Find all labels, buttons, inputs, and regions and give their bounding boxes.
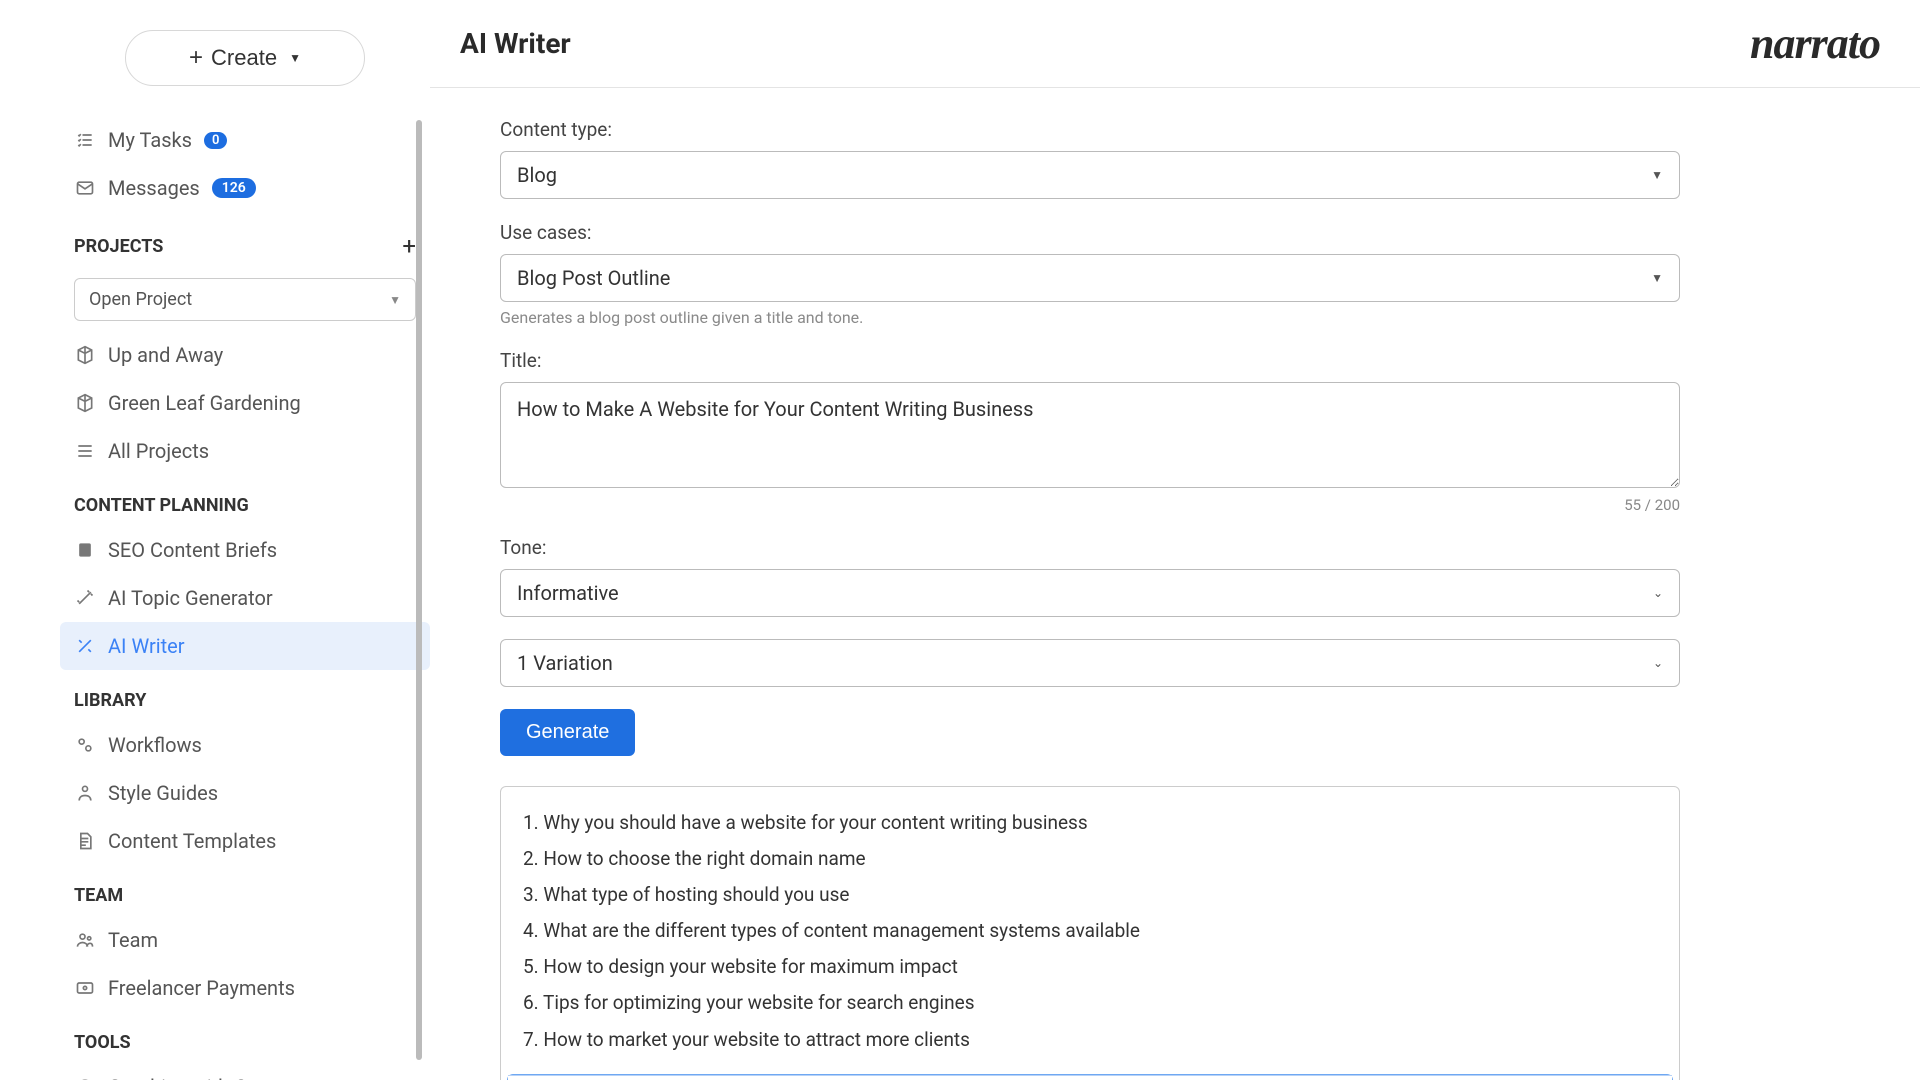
sidebar-item-label: Up and Away <box>108 343 223 367</box>
select-value: Informative <box>517 581 619 605</box>
variation-select[interactable]: 1 Variation ⌄ <box>500 639 1680 687</box>
library-section-header: LIBRARY <box>60 670 430 721</box>
envelope-icon <box>74 178 96 198</box>
sidebar-item-workflows[interactable]: Workflows <box>60 721 430 769</box>
title-label: Title: <box>500 349 1850 372</box>
open-project-dropdown[interactable]: Open Project ▼ <box>74 278 416 321</box>
select-value: Blog Post Outline <box>517 266 670 290</box>
sidebar-item-my-tasks[interactable]: My Tasks 0 <box>60 116 430 164</box>
sidebar-item-label: Green Leaf Gardening <box>108 391 301 415</box>
chevron-down-icon: ▼ <box>1651 271 1663 285</box>
sidebar-item-label: My Tasks <box>108 128 192 152</box>
add-project-button[interactable]: + <box>402 232 416 260</box>
page-title: AI Writer <box>460 27 571 60</box>
output-line: 5. How to design your website for maximu… <box>523 949 1657 985</box>
people-icon <box>74 930 96 950</box>
use-cases-helper: Generates a blog post outline given a ti… <box>500 308 1850 327</box>
output-panel: 1. Why you should have a website for you… <box>500 786 1680 1080</box>
generate-button[interactable]: Generate <box>500 709 635 756</box>
section-title: TOOLS <box>74 1032 131 1053</box>
content-type-label: Content type: <box>500 118 1850 141</box>
tone-label: Tone: <box>500 536 1850 559</box>
sidebar-item-ai-topic-generator[interactable]: AI Topic Generator <box>60 574 430 622</box>
sidebar-item-freelancer-payments[interactable]: Freelancer Payments <box>60 964 430 1012</box>
tone-select[interactable]: Informative ⌄ <box>500 569 1680 617</box>
sidebar-item-label: SEO Content Briefs <box>108 538 277 562</box>
content-type-select[interactable]: Blog ▼ <box>500 151 1680 199</box>
sidebar: + Create ▼ My Tasks 0 Messages 126 PROJE… <box>0 0 430 1080</box>
sidebar-item-label: Graphics with Canva <box>108 1075 290 1080</box>
section-title: TEAM <box>74 885 123 906</box>
sidebar-item-canva[interactable]: Graphics with Canva <box>60 1063 430 1080</box>
title-char-count: 55 / 200 <box>500 496 1680 514</box>
gears-icon <box>74 735 96 755</box>
note-icon <box>74 540 96 560</box>
sidebar-item-label: Workflows <box>108 733 202 757</box>
output-line: 7. How to market your website to attract… <box>523 1022 1657 1058</box>
sidebar-item-seo-briefs[interactable]: SEO Content Briefs <box>60 526 430 574</box>
sidebar-item-label: Content Templates <box>108 829 276 853</box>
sparkle-icon <box>74 636 96 656</box>
tools-section-header: TOOLS <box>60 1012 430 1063</box>
brand-logo: narrato <box>1750 18 1880 69</box>
payment-icon <box>74 978 96 998</box>
chevron-down-icon: ⌄ <box>1653 586 1663 600</box>
create-button[interactable]: + Create ▼ <box>125 30 365 86</box>
open-project-label: Open Project <box>89 289 192 310</box>
section-title: CONTENT PLANNING <box>74 495 249 516</box>
sidebar-item-project[interactable]: Up and Away <box>60 331 430 379</box>
output-line: 1. Why you should have a website for you… <box>523 805 1657 841</box>
use-cases-label: Use cases: <box>500 221 1850 244</box>
person-icon <box>74 783 96 803</box>
sidebar-item-label: Messages <box>108 176 200 200</box>
document-icon <box>74 831 96 851</box>
sidebar-item-messages[interactable]: Messages 126 <box>60 164 430 212</box>
use-cases-select[interactable]: Blog Post Outline ▼ <box>500 254 1680 302</box>
content-area: Content type: Blog ▼ Use cases: Blog Pos… <box>430 88 1920 1080</box>
chevron-down-icon: ▼ <box>389 293 401 307</box>
main: AI Writer narrato Content type: Blog ▼ U… <box>430 0 1920 1080</box>
checklist-icon <box>74 130 96 150</box>
select-value: Blog <box>517 163 557 187</box>
title-input[interactable] <box>500 382 1680 488</box>
cube-icon <box>74 345 96 365</box>
sidebar-item-label: All Projects <box>108 439 209 463</box>
output-line: 6. Tips for optimizing your website for … <box>523 985 1657 1021</box>
sidebar-item-label: Style Guides <box>108 781 218 805</box>
section-title: PROJECTS <box>74 236 163 257</box>
output-line: 4. What are the different types of conte… <box>523 913 1657 949</box>
plus-icon: + <box>189 44 203 72</box>
copy-to-clipboard-button[interactable]: Copy to Clipboard <box>508 1075 1672 1080</box>
output-line: 3. What type of hosting should you use <box>523 877 1657 913</box>
sidebar-item-label: Team <box>108 928 158 952</box>
create-label: Create <box>211 45 277 71</box>
sidebar-item-content-templates[interactable]: Content Templates <box>60 817 430 865</box>
menu-icon <box>74 441 96 461</box>
sidebar-item-label: AI Writer <box>108 634 185 658</box>
content-planning-section-header: CONTENT PLANNING <box>60 475 430 526</box>
sidebar-item-all-projects[interactable]: All Projects <box>60 427 430 475</box>
sidebar-item-ai-writer[interactable]: AI Writer <box>60 622 430 670</box>
chevron-down-icon: ▼ <box>1651 168 1663 182</box>
sidebar-item-team[interactable]: Team <box>60 916 430 964</box>
cube-icon <box>74 393 96 413</box>
badge: 126 <box>212 178 256 198</box>
badge: 0 <box>204 132 227 149</box>
team-section-header: TEAM <box>60 865 430 916</box>
chevron-down-icon: ⌄ <box>1653 656 1663 670</box>
sidebar-item-label: Freelancer Payments <box>108 976 295 1000</box>
sidebar-item-style-guides[interactable]: Style Guides <box>60 769 430 817</box>
output-line: 2. How to choose the right domain name <box>523 841 1657 877</box>
sidebar-item-label: AI Topic Generator <box>108 586 273 610</box>
select-value: 1 Variation <box>517 651 613 675</box>
output-list: 1. Why you should have a website for you… <box>501 787 1679 1072</box>
chevron-down-icon: ▼ <box>289 51 301 65</box>
sidebar-item-project[interactable]: Green Leaf Gardening <box>60 379 430 427</box>
scrollbar[interactable] <box>416 120 422 1060</box>
wand-icon <box>74 588 96 608</box>
section-title: LIBRARY <box>74 690 146 711</box>
projects-section-header: PROJECTS + <box>60 212 430 270</box>
main-header: AI Writer narrato <box>430 0 1920 88</box>
